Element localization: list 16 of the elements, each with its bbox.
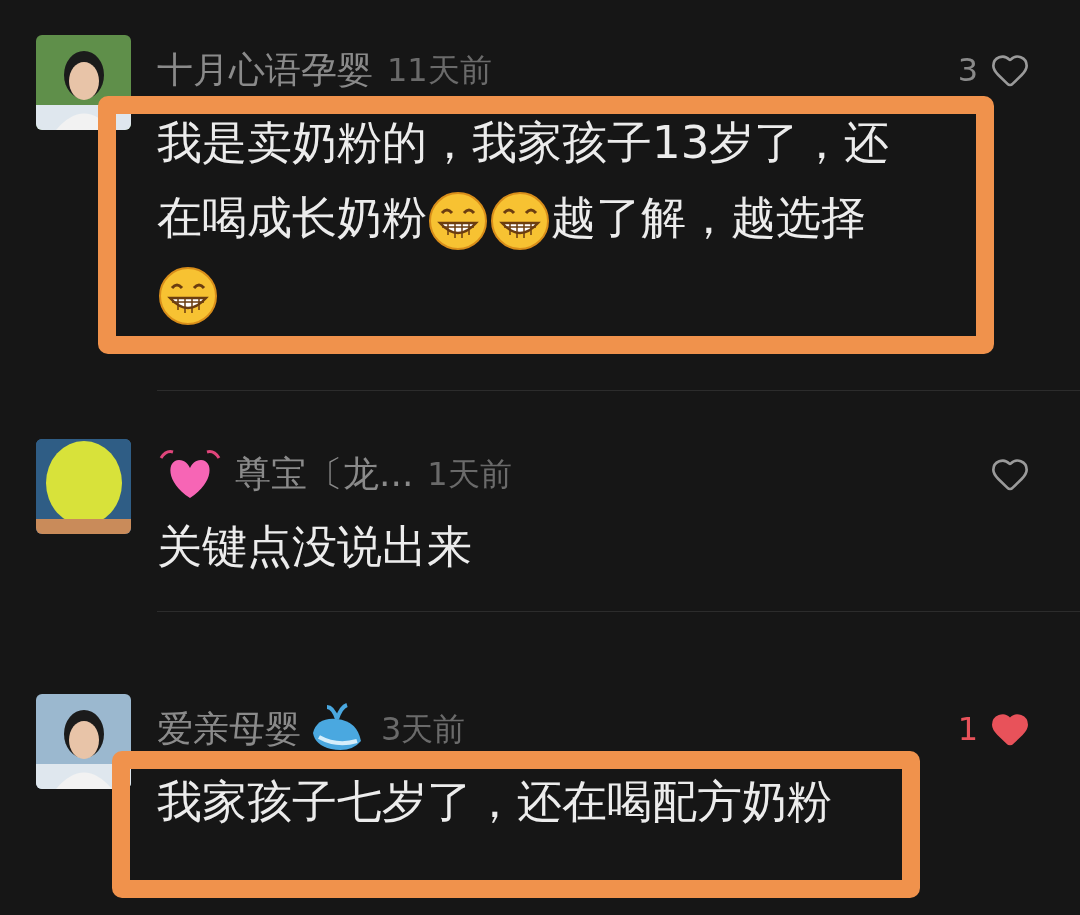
like-count: 1 bbox=[957, 709, 978, 750]
comment-text: 我家孩子七岁了，还在喝配方奶粉 bbox=[157, 775, 832, 828]
username[interactable]: 十月心语孕婴 bbox=[157, 43, 373, 97]
comment-text: 在喝成长奶粉 bbox=[157, 191, 427, 244]
timestamp: 11天前 bbox=[387, 50, 492, 91]
comment-text: 越了解，越选择 bbox=[551, 191, 866, 244]
grinning-face-icon bbox=[428, 191, 488, 251]
timestamp: 1天前 bbox=[427, 454, 512, 495]
username[interactable]: 尊宝〔龙... bbox=[235, 447, 414, 501]
comment-text: 关键点没说出来 bbox=[157, 520, 472, 573]
timestamp: 3天前 bbox=[381, 709, 466, 750]
like-count: 3 bbox=[957, 50, 978, 91]
comment-text: 我是卖奶粉的，我家孩子13岁了，还 bbox=[157, 116, 890, 169]
grinning-face-icon bbox=[490, 191, 550, 251]
grinning-face-icon bbox=[158, 266, 218, 326]
username[interactable]: 爱亲母婴 bbox=[157, 702, 301, 756]
